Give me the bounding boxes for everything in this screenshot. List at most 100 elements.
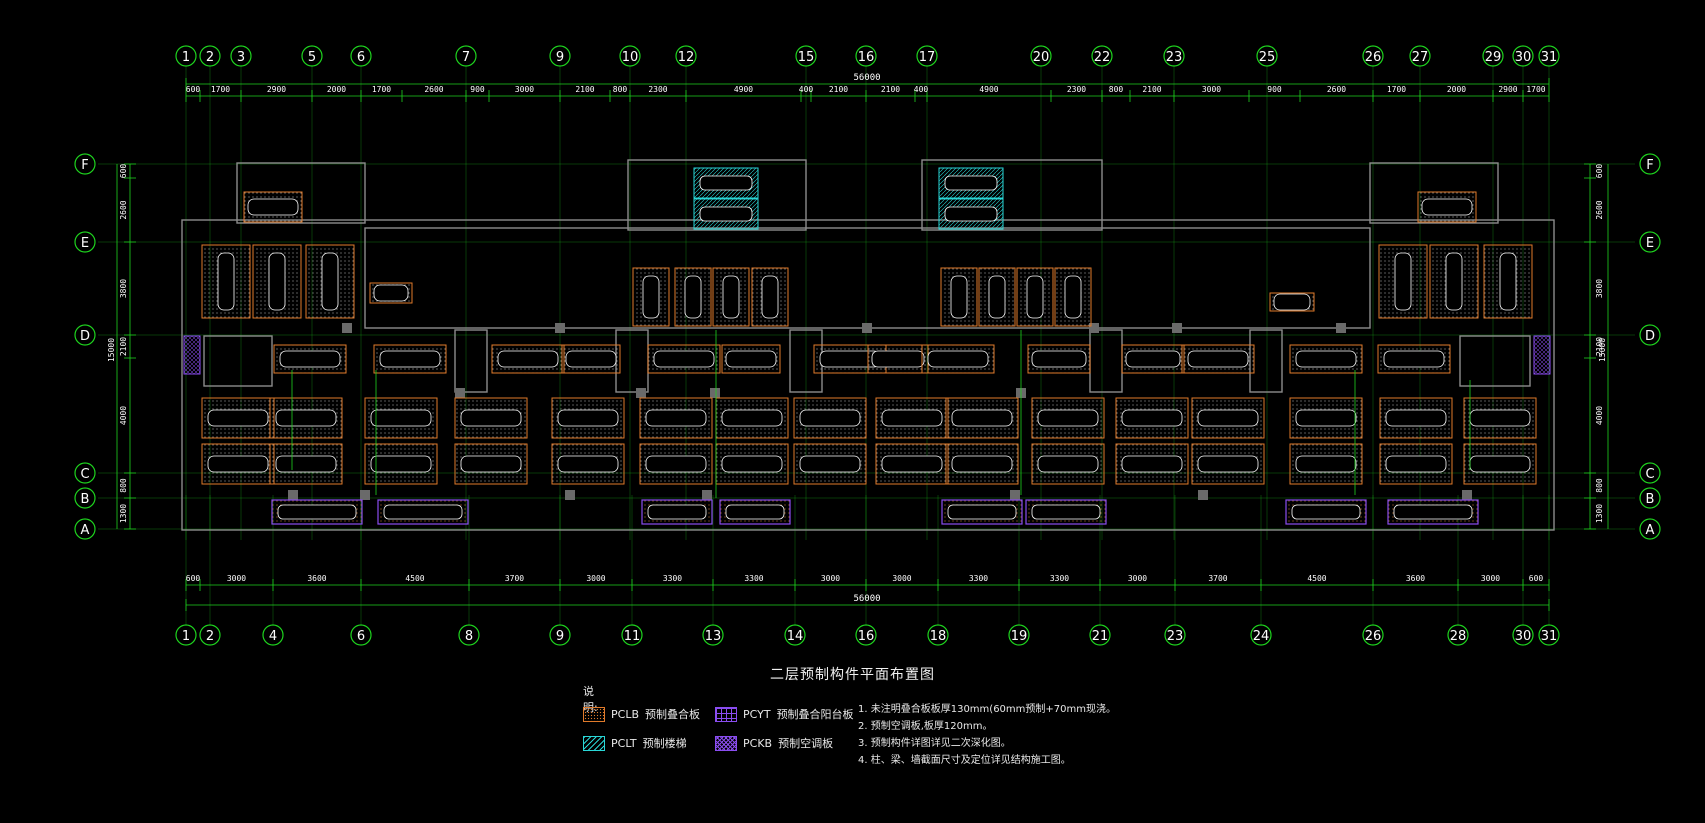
legend-code: PCLT xyxy=(611,736,637,750)
top-axis-bubble-label: 7 xyxy=(462,50,470,65)
pclb-swatch xyxy=(583,706,605,722)
dim-text: 3000 xyxy=(821,574,840,583)
top-axis-bubble-label: 23 xyxy=(1166,50,1183,65)
wall-outline xyxy=(454,329,488,393)
top-axis-bubble-label: 29 xyxy=(1485,50,1502,65)
slab-tag xyxy=(645,409,707,427)
top-axis-bubble-label: 1 xyxy=(182,50,190,65)
slab-tag xyxy=(1499,252,1517,311)
dim-text: 1700 xyxy=(1526,85,1545,94)
dim-text: 3000 xyxy=(1481,574,1500,583)
balcony-tag xyxy=(947,504,1017,520)
dim-text: 4500 xyxy=(1307,574,1326,583)
bottom-axis-bubble-label: 28 xyxy=(1450,629,1467,644)
legend-name: 预制叠合板 xyxy=(645,708,700,721)
dim-text: 3300 xyxy=(663,574,682,583)
slab-tag xyxy=(207,455,269,473)
left-row-bubble-label: B xyxy=(81,492,90,507)
dim-text: 1300 xyxy=(1595,504,1604,523)
dim-text: 3000 xyxy=(1202,85,1221,94)
slab-tag xyxy=(217,252,235,311)
note-line: 1. 未注明叠合板板厚130mm(60mm预制+70mm现浇。 xyxy=(858,704,1116,715)
precast-ac-board xyxy=(1533,335,1551,375)
left-row-bubble-label: F xyxy=(81,158,88,173)
slab-tag xyxy=(871,350,925,368)
bottom-axis-bubble-label: 30 xyxy=(1515,629,1532,644)
top-axis-bubble-label: 17 xyxy=(919,50,936,65)
slab-tag xyxy=(1026,275,1044,319)
column xyxy=(1172,323,1182,333)
bottom-axis-bubble-label: 1 xyxy=(182,629,190,644)
dim-text: 2100 xyxy=(1142,85,1161,94)
slab-tag xyxy=(275,409,337,427)
dim-text: 3800 xyxy=(119,279,128,298)
slab-tag xyxy=(951,409,1013,427)
total-dim-text: 56000 xyxy=(853,594,880,604)
slab-tag xyxy=(1064,275,1082,319)
top-axis-bubble-label: 26 xyxy=(1365,50,1382,65)
note-line: 4. 柱、梁、墙截面尺寸及定位详见结构施工图。 xyxy=(858,755,1071,766)
slab-tag xyxy=(373,284,409,302)
dim-text: 3000 xyxy=(586,574,605,583)
dim-text: 4900 xyxy=(734,85,753,94)
right-row-bubble-label: D xyxy=(1645,329,1655,344)
slab-tag xyxy=(881,455,943,473)
dim-text: 2600 xyxy=(1327,85,1346,94)
dim-text: 4900 xyxy=(979,85,998,94)
slab-tag xyxy=(927,350,989,368)
bottom-axis-bubble-label: 6 xyxy=(357,629,365,644)
column xyxy=(862,323,872,333)
column xyxy=(288,490,298,500)
dim-text: 600 xyxy=(186,85,201,94)
legend-code: PCYT xyxy=(743,707,771,721)
legend-item-pckb: PCKB 预制空调板 xyxy=(715,735,833,751)
slab-tag xyxy=(460,409,522,427)
slab-tag xyxy=(1385,409,1447,427)
pclt-swatch xyxy=(583,735,605,751)
dim-text: 3300 xyxy=(744,574,763,583)
dim-text: 2600 xyxy=(1595,200,1604,219)
left-row-bubble-label: A xyxy=(81,523,90,538)
top-axis-bubble-label: 20 xyxy=(1033,50,1050,65)
bottom-axis-bubble-label: 19 xyxy=(1011,629,1028,644)
wall-outline xyxy=(203,335,273,387)
bottom-axis-bubble-label: 18 xyxy=(930,629,947,644)
slab-tag xyxy=(1031,350,1087,368)
slab-tag xyxy=(1445,252,1463,311)
slab-tag xyxy=(721,455,783,473)
dim-text: 3300 xyxy=(1050,574,1069,583)
column xyxy=(565,490,575,500)
wall-outline xyxy=(615,329,649,393)
top-axis-bubble-label: 25 xyxy=(1259,50,1276,65)
dim-text: 600 xyxy=(186,574,201,583)
balcony-tag xyxy=(383,504,463,520)
slab-tag xyxy=(370,455,432,473)
dim-text: 3000 xyxy=(515,85,534,94)
stair-tag xyxy=(944,206,998,222)
slab-tag xyxy=(1187,350,1249,368)
slab-tag xyxy=(1295,455,1357,473)
dim-text: 2000 xyxy=(1447,85,1466,94)
note-line: 3. 预制构件详图详见二次深化图。 xyxy=(858,738,1011,749)
column xyxy=(702,490,712,500)
column xyxy=(1198,490,1208,500)
stair-tag xyxy=(944,175,998,191)
bottom-axis-bubble-label: 9 xyxy=(556,629,564,644)
legend-name: 预制叠合阳台板 xyxy=(776,708,854,721)
slab-tag xyxy=(279,350,341,368)
right-row-bubble-label: E xyxy=(1646,236,1654,251)
column xyxy=(710,388,720,398)
dim-text: 600 xyxy=(119,164,128,179)
dim-text: 2100 xyxy=(119,337,128,356)
slab-tag xyxy=(497,350,559,368)
top-axis-bubble-label: 3 xyxy=(237,50,245,65)
pckb-swatch xyxy=(715,735,737,751)
right-row-bubble-label: B xyxy=(1646,492,1655,507)
dim-text: 2900 xyxy=(1498,85,1517,94)
dim-text: 2300 xyxy=(1067,85,1086,94)
top-axis-bubble-label: 27 xyxy=(1412,50,1429,65)
top-axis-bubble-label: 16 xyxy=(858,50,875,65)
bottom-axis-bubble-label: 16 xyxy=(858,629,875,644)
slab-tag xyxy=(247,198,299,216)
balcony-tag xyxy=(277,504,357,520)
